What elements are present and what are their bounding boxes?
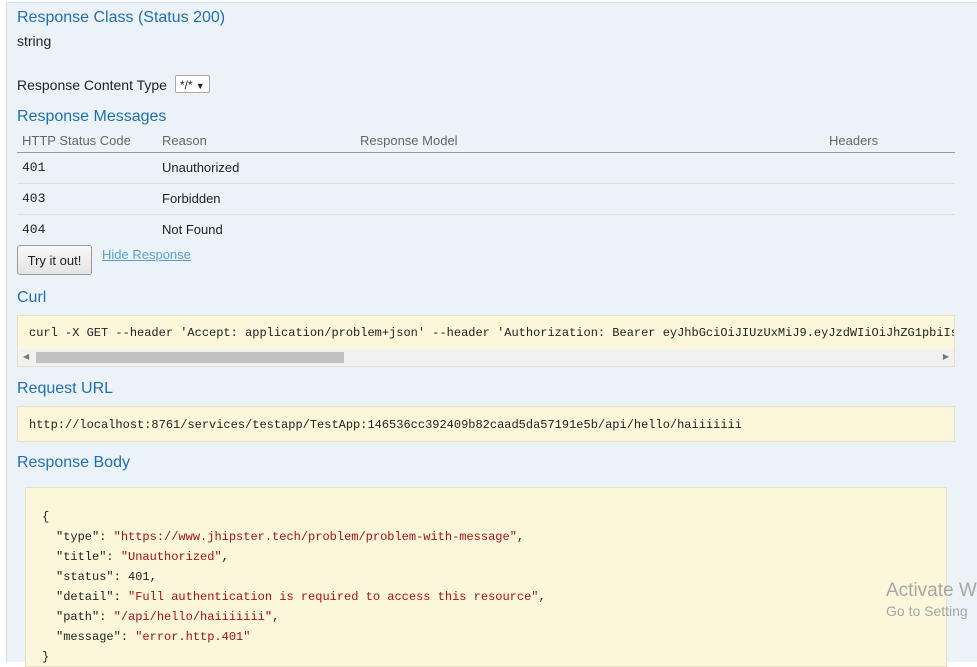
- response-body-title: Response Body: [17, 454, 130, 471]
- json-line: "status": 401,: [56, 570, 157, 584]
- json-line: "title": "Unauthorized",: [56, 550, 229, 564]
- json-key: "type": [56, 530, 100, 544]
- operation-panel: Response Class (Status 200) string Respo…: [6, 2, 977, 667]
- table-row: 403 Forbidden: [17, 183, 955, 215]
- response-body-box: { "type": "https://www.jhipster.tech/pro…: [25, 487, 947, 667]
- reason-cell: Unauthorized: [157, 152, 355, 184]
- activate-windows-watermark: Activate W: [886, 580, 977, 601]
- headers-cell: [824, 215, 955, 246]
- curl-command: curl -X GET --header 'Accept: applicatio…: [29, 326, 955, 340]
- scroll-left-arrow-icon[interactable]: ◀: [23, 352, 29, 362]
- response-messages-title: Response Messages: [17, 108, 167, 125]
- content-type-label: Response Content Type: [17, 77, 167, 93]
- json-open-brace: {: [42, 510, 50, 524]
- json-line: "message": "error.http.401": [56, 630, 251, 644]
- horizontal-scrollbar[interactable]: ◀ ▶: [18, 349, 954, 366]
- status-code-cell: 404: [22, 222, 46, 237]
- response-messages-table: HTTP Status Code Reason Response Model H…: [17, 131, 955, 245]
- dropdown-arrow-icon: ▼: [195, 81, 205, 91]
- scrollbar-thumb[interactable]: [36, 352, 344, 363]
- content-type-value: */*: [180, 78, 193, 92]
- response-model-cell: [355, 152, 824, 184]
- table-row: 401 Unauthorized: [17, 152, 955, 184]
- json-comma: ,: [272, 610, 280, 624]
- content-type-select[interactable]: */* ▼: [175, 75, 210, 93]
- request-url-box: http://localhost:8761/services/testapp/T…: [17, 406, 955, 442]
- json-line: "detail": "Full authentication is requir…: [56, 590, 546, 604]
- json-line: "path": "/api/hello/haiiiiiii",: [56, 610, 280, 624]
- json-key: "status": [56, 570, 114, 584]
- scroll-right-arrow-icon[interactable]: ▶: [943, 352, 949, 362]
- column-header: HTTP Status Code: [17, 131, 157, 153]
- activate-windows-subtext: Go to Setting: [886, 603, 968, 619]
- json-key: "title": [56, 550, 107, 564]
- json-value: 401: [128, 570, 150, 584]
- column-header: Reason: [157, 131, 355, 153]
- json-key: "message": [56, 630, 121, 644]
- curl-title: Curl: [17, 289, 47, 306]
- column-header: Headers: [824, 131, 955, 153]
- reason-cell: Forbidden: [157, 183, 355, 215]
- json-value: "/api/hello/haiiiiiii": [113, 610, 273, 624]
- column-header: Response Model: [355, 131, 824, 153]
- response-class-title: Response Class (Status 200): [17, 9, 226, 26]
- request-url-title: Request URL: [17, 380, 114, 397]
- json-close-brace: }: [42, 650, 50, 664]
- json-value: "Full authentication is required to acce…: [128, 590, 539, 604]
- table-row: 404 Not Found: [17, 215, 955, 246]
- json-comma: ,: [149, 570, 157, 584]
- json-value: "error.http.401": [135, 630, 251, 644]
- headers-cell: [824, 152, 955, 184]
- json-comma: ,: [538, 590, 546, 604]
- json-comma: ,: [516, 530, 525, 544]
- json-key: "path": [56, 610, 100, 624]
- response-model-cell: [355, 183, 824, 215]
- status-code-cell: 403: [17, 183, 157, 215]
- json-key: "detail": [56, 590, 114, 604]
- reason-cell: Not Found: [162, 222, 223, 237]
- json-value: "Unauthorized": [120, 550, 222, 564]
- status-code-cell: 401: [17, 152, 157, 184]
- hide-response-link[interactable]: Hide Response: [102, 247, 191, 262]
- response-model-cell: [355, 215, 824, 246]
- response-class-type: string: [17, 33, 52, 49]
- json-comma: ,: [221, 550, 229, 564]
- json-value: "https://www.jhipster.tech/problem/probl…: [113, 530, 517, 544]
- headers-cell: [824, 183, 955, 215]
- curl-command-box[interactable]: curl -X GET --header 'Accept: applicatio…: [17, 315, 955, 367]
- request-url: http://localhost:8761/services/testapp/T…: [29, 418, 742, 432]
- try-it-out-button[interactable]: Try it out!: [17, 245, 92, 275]
- json-line: "type": "https://www.jhipster.tech/probl…: [56, 530, 525, 544]
